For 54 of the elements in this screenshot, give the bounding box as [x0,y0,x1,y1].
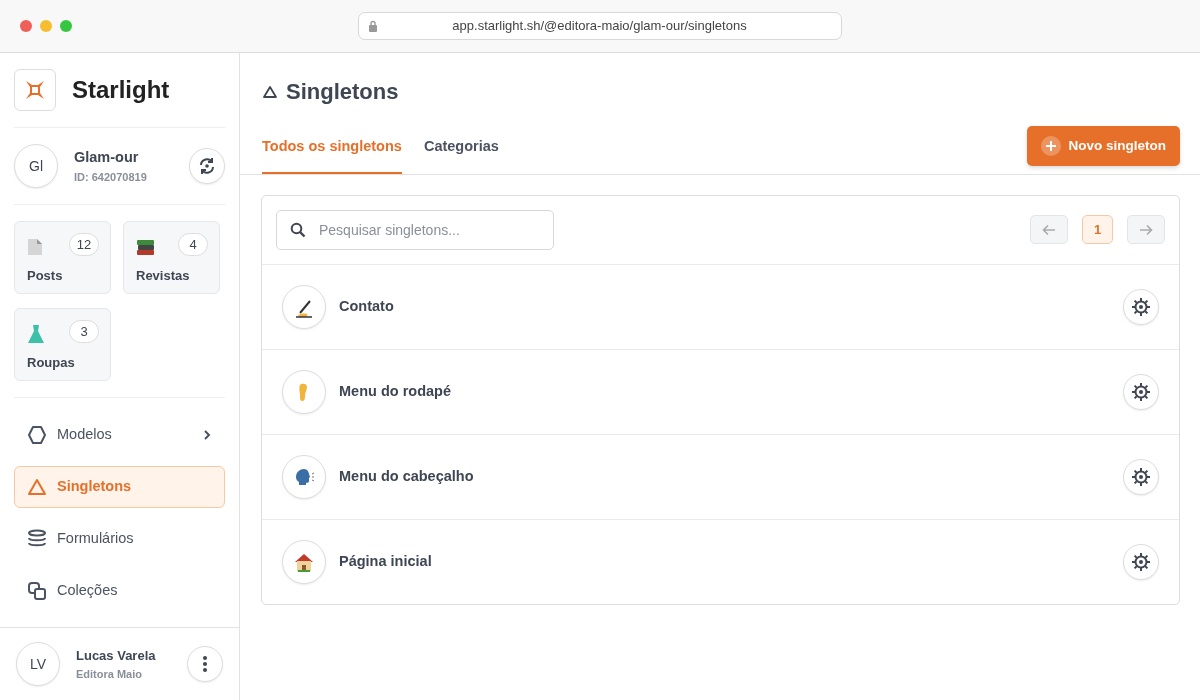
stat-card[interactable]: 3 Roupas [14,308,111,381]
user-avatar: LV [16,642,60,686]
document-icon [27,237,43,256]
stat-label: Roupas [27,354,76,372]
workspace-avatar: Gl [14,144,58,188]
books-icon [136,237,156,256]
search-field[interactable]: Pesquisar singletons... [276,209,554,250]
singleton-name[interactable]: Menu do cabeçalho [339,465,1110,488]
stat-card[interactable]: 4 Revistas [123,221,220,294]
lock-icon [368,20,378,32]
settings-button[interactable] [1123,458,1159,495]
page-title: Singletons [286,78,399,106]
workspace-id: ID: 642070819 [74,169,148,185]
arrow-right-icon [1139,223,1153,236]
triangle-icon [262,84,278,99]
workspace-name: Glam-our [74,147,140,167]
settings-button[interactable] [1123,288,1159,325]
hexagon-icon [27,425,47,445]
speaking-head-icon [282,454,326,499]
settings-icon [1131,551,1151,572]
tab[interactable]: Categorias [423,136,499,174]
more-options-button[interactable] [187,646,223,682]
singleton-name[interactable]: Menu do rodapé [339,380,1110,403]
count-badge: 3 [69,320,99,343]
switch-workspace-button[interactable] [189,148,225,184]
address-bar[interactable]: app.starlight.sh/@editora-maio/glam-our/singletons [358,12,842,40]
settings-icon [1131,466,1151,487]
triangle-icon [27,477,47,497]
arrow-left-icon [1042,223,1056,236]
count-badge: 4 [178,233,208,256]
squares-icon [27,581,47,601]
sidebar-item[interactable]: Coleções [14,570,225,612]
user-role: Editora Maio [76,666,143,682]
settings-button[interactable] [1123,373,1159,410]
count-badge: 12 [69,233,99,256]
plus-icon [1040,135,1061,156]
sidebar-item[interactable]: Formulários [14,518,225,560]
stat-label: Posts [27,267,64,285]
brand-name: Starlight [72,75,170,105]
settings-icon [1131,296,1151,317]
stack-icon [27,529,47,549]
settings-icon [1131,381,1151,402]
sidebar-item[interactable]: Modelos [14,414,225,456]
house-icon [282,539,326,584]
stat-card[interactable]: 12 Posts [14,221,111,294]
logo-icon [14,69,56,111]
more-icon [202,655,208,673]
user-name: Lucas Varela [76,647,157,665]
singleton-name[interactable]: Contato [339,295,1110,318]
settings-button[interactable] [1123,543,1159,580]
stat-label: Revistas [136,267,191,285]
close-window-button[interactable] [20,20,32,32]
singleton-name[interactable]: Página inicial [339,550,1110,573]
refresh-icon [197,156,217,176]
